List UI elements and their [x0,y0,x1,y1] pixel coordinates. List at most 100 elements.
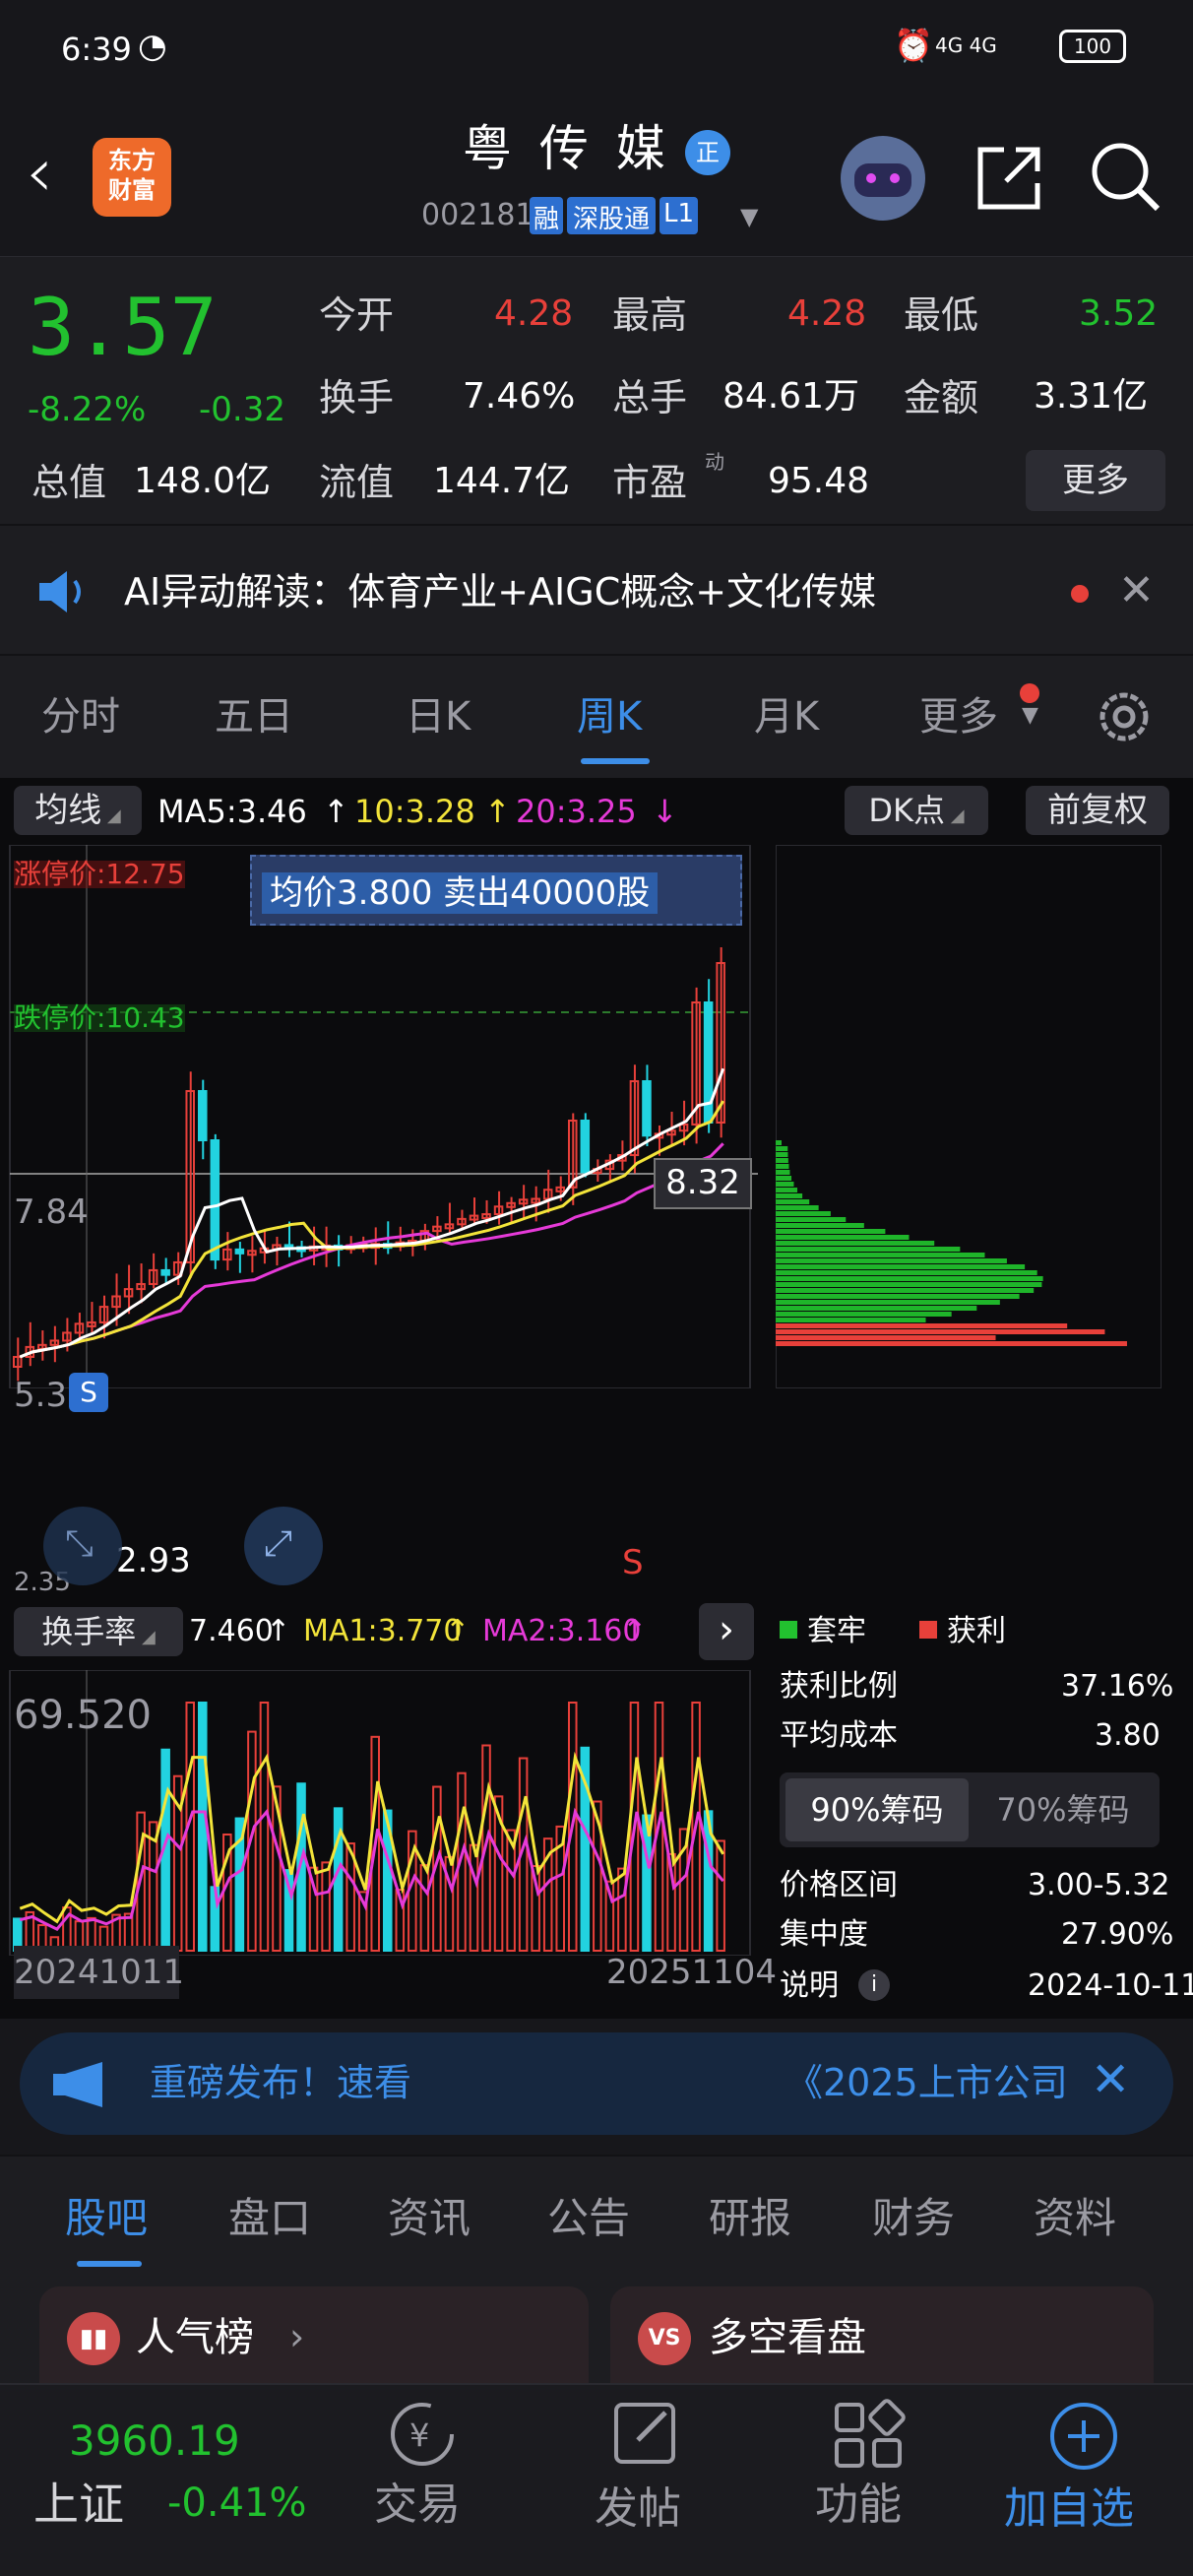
sell-signal-badge[interactable]: S [69,1373,108,1412]
ma10-up-icon: ↑ [484,793,511,830]
adjust-button[interactable]: 前复权 [1026,786,1169,835]
tab-more[interactable]: 更多 [919,697,998,737]
ma-selector-button[interactable]: 均线 ◢ [14,786,142,835]
tab-profile[interactable]: 资料 [1034,2198,1116,2239]
profit-ratio-label: 获利比例 [780,1669,898,1704]
tab-research[interactable]: 研报 [709,2198,791,2239]
feature-cards: ▮▮ 人气榜 › VS 多空看盘 [0,2273,1193,2383]
tag-level: L1 [659,197,699,234]
change-percent: -8.22% [28,390,147,429]
promo-close-icon[interactable]: ✕ [1091,2056,1130,2103]
chip-bar-trapped [776,1241,935,1246]
low-value: 3.52 [1079,293,1159,334]
trapped-legend-icon [780,1621,797,1639]
low-marker-label: 2.93 [116,1541,191,1580]
stock-header: ‹ 东方 财富 粤 传 媒 正 002181 融 深股通 L1 ▼ [0,98,1193,256]
open-value: 4.28 [494,293,574,334]
chip-bar-trapped [776,1229,886,1234]
turnover-bar [469,1843,479,1952]
dk-point-label: DK点 [868,792,946,829]
chevron-down-icon[interactable]: ▼ [740,205,758,228]
ma20-value: 20:3.25 [516,793,637,830]
promo-banner[interactable]: 重磅发布！速看 《2025上市公司 ✕ [20,2032,1173,2135]
trade-icon[interactable]: ¥ [378,2397,467,2476]
tab-orderbook[interactable]: 盘口 [228,2198,311,2239]
candle-body [198,1090,208,1141]
price-range-label: 价格区间 [780,1868,898,1902]
back-icon[interactable]: ‹ [26,138,53,207]
robot-avatar-icon[interactable] [841,136,925,221]
nav-features[interactable]: 功能 [815,2483,902,2527]
zoom-icon[interactable]: ⤡ [43,1507,122,1585]
post-icon[interactable] [602,2397,691,2476]
profit-legend-label: 获利 [947,1614,1006,1648]
trapped-legend-label: 套牢 [807,1614,866,1648]
chip-70-button[interactable]: 70%筹码 [973,1778,1154,1841]
avg-cost-value: 3.80 [1095,1718,1161,1753]
tag-margin: 融 [530,197,564,234]
alarm-icon: ⏰ [894,27,933,64]
add-watchlist-icon[interactable] [1039,2397,1128,2476]
tab-news[interactable]: 资讯 [388,2198,471,2239]
index-name: 上证 [33,2478,124,2531]
chip-bar-trapped [776,1217,847,1222]
chip-90-button[interactable]: 90%筹码 [785,1778,969,1841]
close-icon[interactable]: ✕ [1118,569,1155,612]
chip-bar-trapped [776,1223,864,1228]
note-date: 2024-10-11 [1028,1968,1193,2003]
popularity-chevron-icon: › [289,2315,305,2358]
tab-daily-k[interactable]: 日K [406,697,471,737]
amount-value: 3.31亿 [1034,376,1149,417]
float-label: 流值 [319,461,395,504]
quote-panel: 3.57 -8.22% -0.32 今开 4.28 最高 4.28 最低 3.5… [0,256,1193,524]
tab-announcements[interactable]: 公告 [547,2198,630,2239]
bull-bear-label: 多空看盘 [709,2315,866,2360]
chip-distribution-chart [776,845,1162,1388]
turnover-value: 7.46% [463,376,576,417]
turnover-up-icon: ↑ [266,1614,291,1648]
tag-connect: 深股通 [567,197,657,234]
tab-weekly-k[interactable]: 周K [577,697,642,737]
expand-icon[interactable]: ⤢ [244,1507,323,1585]
search-icon[interactable] [1087,138,1165,217]
kline-price-chart[interactable] [0,845,758,1388]
note-label: 说明 [780,1968,839,2003]
ma10-line [19,1100,724,1359]
ai-insight-banner[interactable]: AI异动解读：体育产业+AIGC概念+文化传媒 ✕ [0,524,1193,654]
kline-chart-area: 均线 ◢ MA5:3.46 ↑ 10:3.28 ↑ 20:3.25 ↓ DK点 … [0,778,1193,2019]
status-bar: 6:39 ◔ ⏰ 4G 4G 100 [0,0,1193,98]
chip-bar-trapped [776,1182,794,1187]
settings-gear-icon[interactable] [1093,685,1156,748]
brand-logo[interactable]: 东方 财富 [93,138,171,217]
battery-level: 100 [1073,34,1112,58]
nav-trade[interactable]: 交易 [374,2483,461,2527]
popularity-card[interactable]: ▮▮ 人气榜 › [39,2286,589,2383]
chip-bar-trapped [776,1306,977,1311]
tab-intraday[interactable]: 分时 [41,697,120,737]
section-tab-indicator [77,2261,142,2267]
nav-add-watchlist[interactable]: 加自选 [1004,2487,1134,2531]
chip-bar-trapped [776,1300,1000,1305]
indicator-next-icon[interactable]: › [699,1603,754,1660]
chip-bar-trapped [776,1176,792,1181]
tab-five-day[interactable]: 五日 [215,697,293,737]
features-grid-icon[interactable] [825,2397,913,2476]
ai-insight-text: AI异动解读：体育产业+AIGC概念+文化传媒 [124,570,877,613]
tab-finance[interactable]: 财务 [872,2198,955,2239]
tab-monthly-k[interactable]: 月K [754,697,819,737]
bull-bear-card[interactable]: VS 多空看盘 [610,2286,1154,2383]
vs-icon: VS [638,2312,691,2365]
ma5-line [19,1067,725,1359]
share-icon[interactable] [973,142,1045,215]
dk-point-button[interactable]: DK点 ◢ [845,786,988,835]
chip-bar-trapped [776,1270,1037,1275]
avg-cost-label: 平均成本 [780,1718,898,1753]
nav-post[interactable]: 发帖 [595,2487,681,2531]
more-button[interactable]: 更多 [1026,450,1165,511]
indicator-selector-button[interactable]: 换手率 ◢ [14,1607,183,1656]
tab-forum[interactable]: 股吧 [65,2198,148,2239]
info-icon[interactable]: i [858,1969,890,2001]
chip-bar-trapped [776,1288,1035,1293]
chip-bar-trapped [776,1205,819,1210]
stock-code: 002181 [421,198,534,232]
